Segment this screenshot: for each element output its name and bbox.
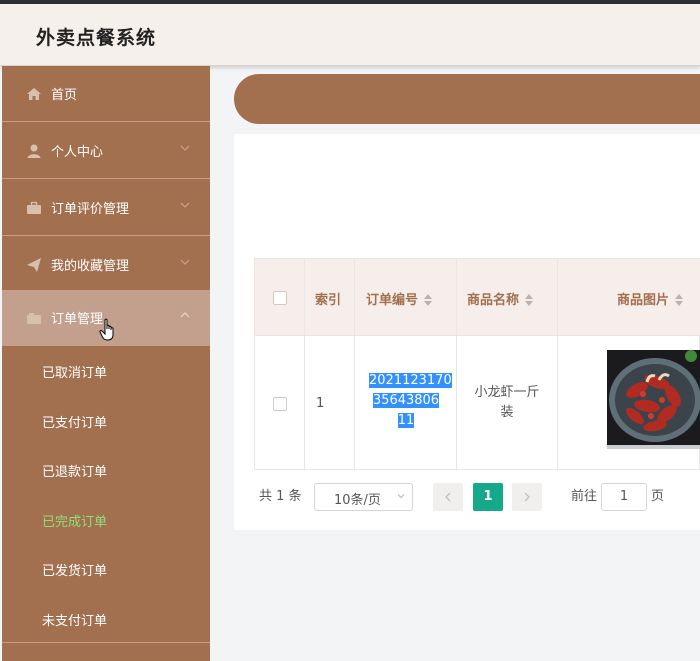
next-page-button[interactable] bbox=[512, 483, 542, 511]
column-divider bbox=[456, 259, 457, 471]
sidebar-item-label: 个人中心 bbox=[51, 145, 104, 160]
sidebar-item-profile[interactable]: 个人中心 bbox=[2, 123, 210, 179]
sidebar-item-label: 订单评价管理 bbox=[51, 202, 130, 217]
goto-label: 前往 bbox=[571, 489, 598, 504]
page-size-value: 10条/页 bbox=[334, 493, 381, 508]
order-no-line: 2021123170 bbox=[369, 373, 452, 388]
goto-page-input[interactable]: 1 bbox=[601, 483, 647, 511]
chevron-down-icon bbox=[180, 259, 190, 265]
submenu-item-completed[interactable]: 已完成订单 bbox=[2, 495, 210, 545]
prev-page-button[interactable] bbox=[433, 483, 463, 511]
cell-product-name: 小龙虾一斤 装 bbox=[467, 383, 547, 423]
submenu-label: 已退款订单 bbox=[42, 465, 108, 480]
cell-order-no: 2021123170 35643806 11 bbox=[369, 371, 452, 431]
submenu-label: 已发货订单 bbox=[42, 564, 108, 579]
app-header: 外卖点餐系统 bbox=[0, 4, 700, 66]
chevron-right-icon bbox=[524, 492, 530, 502]
page-size-select[interactable]: 10条/页 bbox=[314, 483, 413, 511]
submenu-item-shipped[interactable]: 已发货订单 bbox=[2, 544, 210, 594]
sort-icon[interactable] bbox=[675, 293, 684, 306]
submenu-label: 已支付订单 bbox=[42, 416, 108, 431]
select-all-checkbox[interactable] bbox=[273, 291, 287, 305]
row-checkbox[interactable] bbox=[273, 397, 287, 411]
sidebar-item-label: 订单管理 bbox=[51, 312, 104, 327]
submenu-label: 已取消订单 bbox=[42, 366, 108, 381]
orders-table: 索引 订单编号 商品名称 商品图片 1 2021123170 35643806 … bbox=[254, 258, 700, 471]
sidebar-divider bbox=[2, 642, 210, 643]
sidebar-item-order-reviews[interactable]: 订单评价管理 bbox=[2, 180, 210, 236]
submenu-item-refunded[interactable]: 已退款订单 bbox=[2, 445, 210, 495]
chevron-down-icon bbox=[180, 202, 190, 208]
sidebar-item-home[interactable]: 首页 bbox=[2, 66, 210, 122]
home-icon bbox=[27, 88, 41, 100]
header-order-no[interactable]: 订单编号 bbox=[366, 289, 433, 308]
briefcase-icon bbox=[27, 201, 41, 214]
header-index: 索引 bbox=[315, 293, 342, 308]
sidebar-item-favorites[interactable]: 我的收藏管理 bbox=[2, 237, 210, 293]
submenu-label: 未支付订单 bbox=[42, 614, 108, 629]
order-no-line: 35643806 bbox=[372, 393, 440, 408]
submenu-label: 已完成订单 bbox=[42, 515, 108, 530]
column-divider bbox=[557, 259, 558, 471]
user-icon bbox=[27, 144, 41, 158]
breadcrumb-banner bbox=[234, 74, 700, 124]
page-number-current[interactable]: 1 bbox=[473, 483, 503, 511]
product-name-line: 小龙虾一斤 bbox=[474, 385, 540, 400]
cell-index: 1 bbox=[316, 396, 325, 411]
submenu-item-unpaid[interactable]: 未支付订单 bbox=[2, 594, 210, 644]
sidebar-item-label: 我的收藏管理 bbox=[51, 259, 130, 274]
sidebar: 首页 个人中心 订单评价管理 我的收藏管理 订单管理 已取消订单 已支付订单 已… bbox=[2, 66, 210, 661]
total-count: 共 1 条 bbox=[259, 489, 302, 504]
submenu-item-paid[interactable]: 已支付订单 bbox=[2, 396, 210, 446]
submenu-item-cancelled[interactable]: 已取消订单 bbox=[2, 346, 210, 396]
product-name-line: 装 bbox=[500, 405, 514, 420]
app-title: 外卖点餐系统 bbox=[36, 27, 157, 49]
chevron-down-icon bbox=[180, 145, 190, 151]
chevron-left-icon bbox=[445, 492, 451, 502]
page-unit-label: 页 bbox=[651, 489, 665, 504]
header-product-name[interactable]: 商品名称 bbox=[467, 289, 534, 308]
hand-cursor-icon bbox=[99, 318, 114, 341]
folder-hand-icon bbox=[27, 313, 41, 324]
sidebar-item-label: 首页 bbox=[51, 88, 78, 103]
order-no-line: 11 bbox=[397, 413, 415, 428]
crayfish-dish-image bbox=[607, 350, 700, 449]
sort-icon[interactable] bbox=[424, 293, 433, 306]
sort-icon[interactable] bbox=[525, 293, 534, 306]
column-divider bbox=[304, 259, 305, 471]
chevron-up-icon bbox=[180, 312, 190, 318]
column-divider bbox=[354, 259, 355, 471]
send-icon bbox=[27, 258, 41, 272]
chevron-down-icon bbox=[397, 494, 405, 499]
header-product-image[interactable]: 商品图片 bbox=[617, 289, 684, 308]
product-image[interactable] bbox=[607, 350, 700, 449]
